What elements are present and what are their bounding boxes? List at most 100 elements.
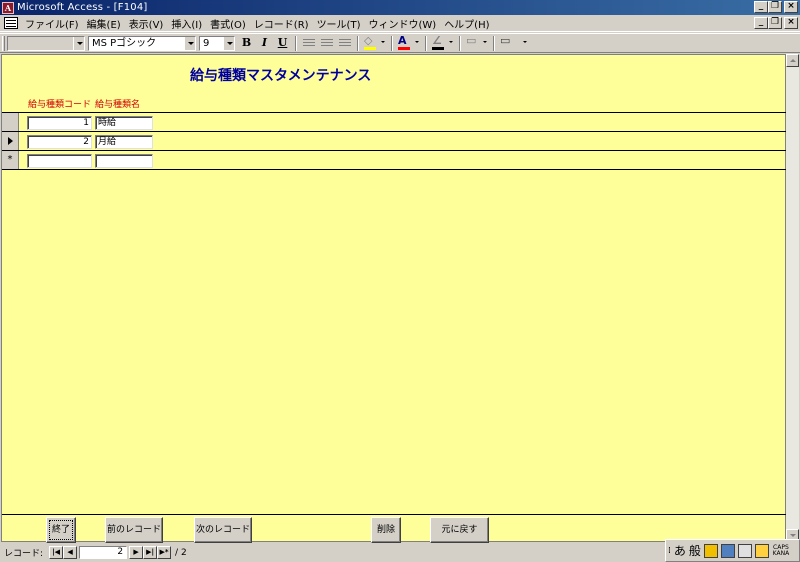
font-color-icon: A [398, 34, 407, 47]
italic-button[interactable]: I [256, 35, 273, 51]
form-title: 給与種類マスタメンテナンス [190, 68, 372, 84]
toolbar-separator [295, 35, 297, 51]
close-button[interactable]: × [784, 1, 798, 13]
toolbar-separator [357, 35, 359, 51]
record-count: / 2 [175, 547, 187, 558]
current-record-icon [8, 137, 13, 145]
object-combo[interactable] [7, 35, 85, 51]
previous-record-button[interactable]: 前のレコード [105, 517, 163, 543]
line-color-dropdown-icon[interactable] [449, 41, 453, 43]
line-color-swatch [432, 47, 444, 50]
line-color-button[interactable]: ∠ [430, 35, 454, 51]
menu-file[interactable]: ファイル(F) [21, 16, 83, 31]
exit-button[interactable]: 終了 [46, 517, 76, 543]
align-center-icon[interactable] [321, 38, 333, 48]
font-name-combo[interactable]: MS Pゴシック [88, 35, 196, 51]
font-size-combo[interactable]: 9 [199, 35, 235, 51]
record-row: 1 時給 [2, 113, 787, 132]
ime-dictionary-icon[interactable] [720, 543, 735, 558]
toolbar-separator [493, 35, 495, 51]
font-color-dropdown-icon[interactable] [415, 41, 419, 43]
menu-tools[interactable]: ツール(T) [313, 16, 365, 31]
toolbar-separator [391, 35, 393, 51]
scroll-up-icon[interactable] [786, 54, 799, 67]
caps-kana-indicator: CAPS KANA [772, 544, 790, 557]
font-color-button[interactable]: A [396, 35, 420, 51]
doc-restore-button[interactable]: ❐ [768, 17, 782, 29]
special-effect-button[interactable]: ▭ [498, 35, 528, 51]
menu-help[interactable]: ヘルプ(H) [440, 16, 493, 31]
object-combo-arrow-icon[interactable] [73, 36, 84, 50]
underline-button[interactable]: U [274, 35, 291, 51]
code-field[interactable]: 1 [27, 116, 92, 130]
record-row: 2 月給 [2, 132, 787, 151]
access-app-icon[interactable]: A [2, 1, 14, 14]
form-document-icon[interactable] [4, 17, 18, 29]
fill-color-swatch [364, 47, 376, 50]
footer-divider [2, 514, 787, 515]
special-effect-dropdown-icon[interactable] [523, 41, 527, 43]
next-record-button[interactable]: 次のレコード [194, 517, 252, 543]
code-field[interactable]: 2 [27, 135, 92, 149]
ime-conversion-icon[interactable]: 般 [689, 542, 701, 559]
toolbar-separator [459, 35, 461, 51]
new-record-icon[interactable]: ▶* [157, 546, 172, 559]
formatting-toolbar: MS Pゴシック 9 B I U ◇ A ∠ ▭ ▭ [0, 33, 800, 53]
bold-button[interactable]: B [238, 35, 255, 51]
doc-minimize-button[interactable]: _ [754, 17, 768, 29]
name-field[interactable] [95, 154, 153, 168]
align-left-icon[interactable] [303, 38, 315, 48]
menu-insert[interactable]: 挿入(I) [167, 16, 206, 31]
first-record-icon[interactable]: |◀ [49, 546, 64, 559]
minimize-button[interactable]: _ [754, 1, 768, 13]
menu-edit[interactable]: 編集(E) [83, 16, 125, 31]
border-width-icon: ▭ [466, 34, 477, 47]
fill-color-dropdown-icon[interactable] [381, 41, 385, 43]
menu-window[interactable]: ウィンドウ(W) [364, 16, 440, 31]
vertical-scrollbar[interactable] [786, 54, 799, 542]
menu-view[interactable]: 表示(V) [125, 16, 168, 31]
doc-close-button[interactable]: × [784, 17, 798, 29]
column-label-code: 給与種類コード [28, 100, 92, 110]
paint-bucket-icon: ◇ [364, 34, 373, 47]
font-name-arrow-icon[interactable] [184, 36, 195, 50]
pencil-icon: ∠ [432, 34, 442, 47]
ime-pad-icon[interactable] [703, 543, 718, 558]
record-number-input[interactable]: 2 [79, 546, 128, 559]
form-body: 給与種類マスタメンテナンス 給与種類コード 給与種類名 1 時給 2 月給 * … [1, 54, 787, 543]
border-width-button[interactable]: ▭ [464, 35, 488, 51]
prev-record-icon[interactable]: ◀ [63, 546, 78, 559]
name-field[interactable]: 月給 [95, 135, 153, 149]
toolbar-grip[interactable] [2, 35, 5, 51]
restore-button[interactable]: ❐ [768, 1, 782, 13]
align-right-icon[interactable] [339, 38, 351, 48]
menu-bar: ファイル(F) 編集(E) 表示(V) 挿入(I) 書式(O) レコード(R) … [0, 15, 800, 32]
last-record-icon[interactable]: ▶| [143, 546, 158, 559]
menu-records[interactable]: レコード(R) [250, 16, 313, 31]
font-color-swatch [398, 47, 410, 50]
font-size-arrow-icon[interactable] [223, 36, 234, 50]
ime-toolbar: ⁞ あ 般 CAPS KANA [665, 539, 800, 562]
border-width-dropdown-icon[interactable] [483, 41, 487, 43]
delete-button[interactable]: 削除 [371, 517, 401, 543]
fill-color-button[interactable]: ◇ [362, 35, 386, 51]
record-navigation-bar: レコード: |◀ ◀ 2 ▶ ▶| ▶* / 2 [0, 543, 665, 562]
ime-help-icon[interactable] [754, 543, 769, 558]
kana-label: KANA [772, 549, 790, 557]
record-selector[interactable] [2, 132, 19, 150]
toolbar-separator [425, 35, 427, 51]
ime-mode-icon[interactable]: あ [674, 542, 686, 559]
next-record-icon[interactable]: ▶ [129, 546, 144, 559]
ime-tools-icon[interactable] [737, 543, 752, 558]
record-label: レコード: [4, 549, 44, 559]
special-effect-icon: ▭ [500, 34, 511, 47]
ime-grip-icon[interactable]: ⁞ [668, 546, 671, 556]
new-record-selector[interactable]: * [2, 151, 19, 169]
name-field[interactable]: 時給 [95, 116, 153, 130]
window-title: Microsoft Access - [F104] [17, 2, 148, 13]
menu-format[interactable]: 書式(O) [206, 16, 250, 31]
undo-button[interactable]: 元に戻す [430, 517, 489, 543]
record-selector[interactable] [2, 113, 19, 131]
code-field[interactable] [27, 154, 92, 168]
title-bar: A Microsoft Access - [F104] _ ❐ × [0, 0, 800, 15]
